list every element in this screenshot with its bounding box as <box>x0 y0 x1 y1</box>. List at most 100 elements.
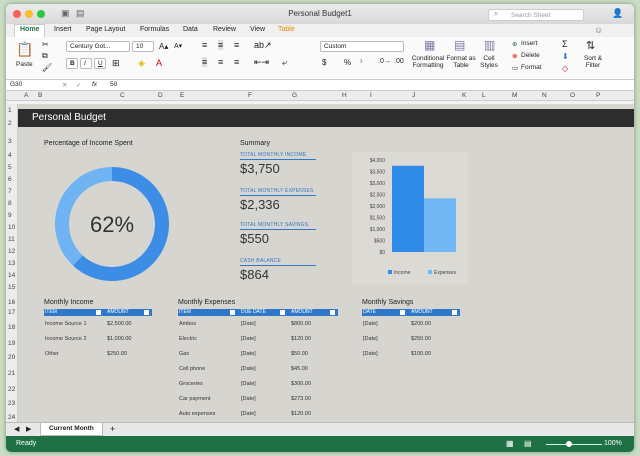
align-top-icon[interactable]: ≡ <box>202 40 207 50</box>
font-color-icon[interactable]: A <box>156 58 162 68</box>
savings-cell[interactable]: [Date] <box>363 351 378 357</box>
format-as-table-button[interactable]: Format as Table <box>446 55 476 69</box>
row-header-15[interactable]: 15 <box>8 284 15 291</box>
income-cell[interactable]: $1,000.00 <box>107 336 131 342</box>
expenses-cell[interactable]: [Date] <box>241 381 256 387</box>
expenses-cell[interactable]: Electric <box>179 336 197 342</box>
increase-decimal-icon[interactable]: .0→ <box>378 58 391 65</box>
column-header-J[interactable]: J <box>412 92 415 99</box>
cell-styles-icon[interactable]: ▥ <box>484 38 495 52</box>
enter-icon[interactable]: ✓ <box>76 81 81 89</box>
wrap-text-icon[interactable]: ⤶ <box>282 57 287 68</box>
grow-font-icon[interactable]: A▴ <box>159 42 168 51</box>
next-sheet-icon[interactable]: ▶ <box>26 425 31 433</box>
borders-icon[interactable]: ⊞ <box>112 58 120 69</box>
sort-filter-icon[interactable]: ⇅ <box>586 39 595 52</box>
font-name-select[interactable]: Century Got... <box>66 41 130 52</box>
formula-input[interactable]: 50 <box>110 81 117 88</box>
row-header-7[interactable]: 7 <box>8 188 12 195</box>
tab-insert[interactable]: Insert <box>54 26 72 33</box>
conditional-formatting-button[interactable]: Conditional Formatting <box>410 55 446 69</box>
percent-button[interactable]: % <box>344 58 351 67</box>
paste-icon[interactable]: 📋 <box>16 41 33 58</box>
row-header-24[interactable]: 24 <box>8 414 15 421</box>
smiley-icon[interactable]: ☺ <box>594 25 603 35</box>
expenses-cell[interactable]: [Date] <box>241 336 256 342</box>
column-header-L[interactable]: L <box>482 92 486 99</box>
savings-filter-dropdown-1[interactable] <box>399 309 406 316</box>
expenses-cell[interactable]: $50.00 <box>291 351 308 357</box>
expenses-cell[interactable]: $300.00 <box>291 381 311 387</box>
orientation-icon[interactable]: ab↗ <box>254 40 272 51</box>
expenses-cell[interactable]: $120.00 <box>291 336 311 342</box>
income-filter-dropdown-2[interactable] <box>143 309 150 316</box>
savings-cell[interactable]: $250.00 <box>411 336 431 342</box>
currency-button[interactable]: $ <box>322 58 326 67</box>
row-header-11[interactable]: 11 <box>8 236 15 243</box>
tab-view[interactable]: View <box>250 26 265 33</box>
expenses-cell[interactable]: [Date] <box>241 366 256 372</box>
expenses-filter-dropdown-1[interactable] <box>229 309 236 316</box>
row-header-9[interactable]: 9 <box>8 212 12 219</box>
column-header-E[interactable]: E <box>180 92 184 99</box>
row-header-2[interactable]: 2 <box>8 120 12 127</box>
column-header-I[interactable]: I <box>370 92 372 99</box>
row-header-8[interactable]: 8 <box>8 200 12 207</box>
underline-button[interactable]: U <box>94 58 106 69</box>
indent-icon[interactable]: ⇤⇥ <box>254 57 269 68</box>
expenses-cell[interactable]: Car payment <box>179 396 211 402</box>
savings-cell[interactable]: [Date] <box>363 321 378 327</box>
expenses-cell[interactable]: [Date] <box>241 411 256 417</box>
align-left-icon[interactable]: ≡ <box>202 57 208 67</box>
row-header-5[interactable]: 5 <box>8 164 12 171</box>
column-header-C[interactable]: C <box>120 92 125 99</box>
autosum-icon[interactable]: Σ <box>562 39 568 49</box>
row-header-20[interactable]: 20 <box>8 354 15 361</box>
align-right-icon[interactable]: ≡ <box>234 57 239 67</box>
income-cell[interactable]: Income Source 1 <box>45 321 87 327</box>
copy-icon[interactable]: ⧉ <box>42 51 48 61</box>
tab-home[interactable]: Home <box>14 24 46 37</box>
add-user-icon[interactable]: 👤 <box>612 8 623 19</box>
paste-button[interactable]: Paste <box>16 61 33 68</box>
sheet-tab-current-month[interactable]: Current Month <box>40 423 103 436</box>
normal-view-icon[interactable]: ▦ <box>506 439 514 448</box>
row-header-16[interactable]: 16 <box>8 299 15 306</box>
format-painter-icon[interactable]: 🖌 <box>42 63 52 72</box>
column-header-M[interactable]: M <box>512 92 517 99</box>
row-header-19[interactable]: 19 <box>8 340 15 347</box>
expenses-cell[interactable]: Gas <box>179 351 189 357</box>
expenses-cell[interactable]: Auto expenses <box>179 411 215 417</box>
expenses-cell[interactable]: $45.00 <box>291 366 308 372</box>
format-cells-button[interactable]: Format <box>521 64 542 71</box>
column-header-K[interactable]: K <box>462 92 466 99</box>
delete-cells-button[interactable]: Delete <box>521 52 540 59</box>
zoom-slider[interactable] <box>546 444 602 445</box>
tab-formulas[interactable]: Formulas <box>140 26 169 33</box>
tab-review[interactable]: Review <box>213 26 236 33</box>
expenses-cell[interactable]: Cell phone <box>179 366 205 372</box>
font-size-select[interactable]: 10 <box>132 41 154 52</box>
expenses-cell[interactable]: $120.00 <box>291 411 311 417</box>
column-header-F[interactable]: F <box>248 92 252 99</box>
tab-page-layout[interactable]: Page Layout <box>86 26 125 33</box>
align-bottom-icon[interactable]: ≡ <box>234 40 239 50</box>
row-header-22[interactable]: 22 <box>8 386 15 393</box>
row-header-21[interactable]: 21 <box>8 370 15 377</box>
expenses-filter-dropdown-2[interactable] <box>279 309 286 316</box>
income-cell[interactable]: $250.00 <box>107 351 127 357</box>
row-header-13[interactable]: 13 <box>8 260 15 267</box>
prev-sheet-icon[interactable]: ◀ <box>14 425 19 433</box>
cut-icon[interactable]: ✂ <box>42 40 49 49</box>
savings-cell[interactable]: [Date] <box>363 336 378 342</box>
page-layout-view-icon[interactable]: ▤ <box>524 439 532 448</box>
column-header-A[interactable]: A <box>24 92 28 99</box>
number-format-select[interactable]: Custom <box>320 41 404 52</box>
expenses-cell[interactable]: Groceries <box>179 381 203 387</box>
income-filter-dropdown-1[interactable] <box>95 309 102 316</box>
bold-button[interactable]: B <box>66 58 78 69</box>
income-cell[interactable]: Other <box>45 351 59 357</box>
row-header-18[interactable]: 18 <box>8 324 15 331</box>
zoom-slider-thumb[interactable] <box>566 441 572 447</box>
bar-chart[interactable]: $4,000 $3,500 $3,000 $2,500 $2,000 $1,500 $1,0… <box>352 152 468 284</box>
